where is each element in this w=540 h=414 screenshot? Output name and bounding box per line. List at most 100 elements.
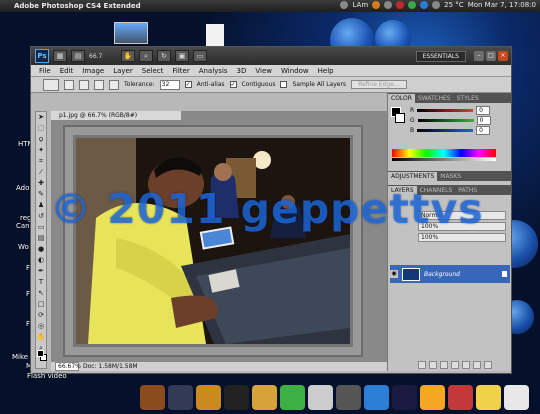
document-tab[interactable]: p1.jpg @ 66.7% (RGB/8#) — [51, 111, 181, 121]
status-doc-info[interactable]: Doc: 1.58M/1.58M — [83, 363, 138, 370]
clock[interactable]: Mon Mar 7, 17:08:0 — [468, 1, 536, 9]
desktop-label[interactable]: Can — [16, 222, 30, 230]
desktop-icon-document[interactable] — [206, 24, 224, 46]
menu-edit[interactable]: Edit — [60, 67, 74, 75]
fill-input[interactable]: 100% — [418, 233, 506, 242]
tab-styles[interactable]: STYLES — [454, 94, 482, 103]
new-layer-icon[interactable] — [473, 361, 481, 369]
menu-window[interactable]: Window — [281, 67, 309, 75]
tab-masks[interactable]: MASKS — [437, 172, 464, 181]
dock-app-icon[interactable] — [476, 385, 501, 410]
dock-app-icon[interactable] — [308, 385, 333, 410]
healing-brush-tool-icon[interactable]: ✚ — [36, 179, 46, 188]
blur-tool-icon[interactable]: ● — [36, 245, 46, 254]
gray-ramp[interactable] — [392, 158, 496, 161]
intersect-selection-icon[interactable] — [109, 79, 119, 90]
arrange-documents-button[interactable]: ▣ — [175, 50, 189, 62]
close-button[interactable]: × — [498, 51, 508, 61]
gradient-tool-icon[interactable]: ▤ — [36, 234, 46, 243]
clone-stamp-tool-icon[interactable]: ♟ — [36, 201, 46, 210]
battery-icon[interactable] — [432, 1, 441, 9]
add-selection-icon[interactable] — [79, 79, 89, 90]
menu-analysis[interactable]: Analysis — [199, 67, 228, 75]
layer-style-icon[interactable] — [429, 361, 437, 369]
bridge-button[interactable]: ▦ — [53, 50, 67, 62]
sample-all-checkbox[interactable] — [280, 81, 288, 88]
workspace-switcher[interactable]: ESSENTIALS — [415, 50, 466, 62]
minimize-button[interactable]: – — [474, 51, 484, 61]
update-icon[interactable] — [396, 1, 405, 9]
channel-input[interactable]: 0 — [476, 125, 491, 135]
dock-app-icon[interactable] — [252, 385, 277, 410]
tolerance-input[interactable]: 32 — [159, 79, 180, 90]
dock-app-icon[interactable] — [196, 385, 221, 410]
desktop-label[interactable]: Wo — [18, 243, 29, 251]
3d-rotate-tool-icon[interactable]: ⟳ — [36, 311, 46, 320]
channel-slider[interactable] — [417, 118, 474, 122]
network-icon[interactable] — [384, 1, 393, 9]
menu-layer[interactable]: Layer — [113, 67, 133, 75]
hand-tool-icon[interactable]: ✋ — [36, 333, 46, 342]
weather-temp[interactable]: 25 °C — [444, 1, 464, 9]
link-layers-icon[interactable] — [418, 361, 426, 369]
add-mask-icon[interactable] — [440, 361, 448, 369]
channel-slider[interactable] — [417, 128, 474, 132]
screen-mode-button[interactable]: ▭ — [193, 50, 207, 62]
tool-preset-picker[interactable] — [43, 78, 59, 91]
brush-tool-icon[interactable]: ✎ — [36, 190, 46, 199]
dock-app-icon[interactable] — [392, 385, 417, 410]
dock-app-icon[interactable] — [140, 385, 165, 410]
dock-app-icon[interactable] — [504, 385, 529, 410]
dock-app-icon[interactable] — [168, 385, 193, 410]
antialias-checkbox[interactable]: ✓ — [184, 81, 192, 88]
dock-app-icon[interactable] — [420, 385, 445, 410]
tab-adjustments[interactable]: ADJUSTMENTS — [388, 172, 438, 181]
crop-tool-icon[interactable]: ⌗ — [36, 157, 46, 166]
subtract-selection-icon[interactable] — [94, 79, 104, 90]
dock-app-icon[interactable] — [280, 385, 305, 410]
pen-tool-icon[interactable]: ✒ — [36, 267, 46, 276]
channel-input[interactable]: 0 — [476, 115, 491, 125]
hand-tool-button[interactable]: ✋ — [121, 50, 135, 62]
new-group-icon[interactable] — [462, 361, 470, 369]
menu-help[interactable]: Help — [318, 67, 334, 75]
refine-edge-button[interactable]: Refine Edge... — [351, 80, 407, 89]
channel-input[interactable]: 0 — [476, 105, 491, 115]
status-zoom-input[interactable]: 66.67% — [55, 362, 81, 371]
dock-app-icon[interactable] — [448, 385, 473, 410]
eraser-tool-icon[interactable]: ▭ — [36, 223, 46, 232]
eyedropper-tool-icon[interactable]: ⁄ — [36, 168, 46, 177]
delete-layer-icon[interactable] — [484, 361, 492, 369]
skype-icon[interactable] — [408, 1, 417, 9]
menu-filter[interactable]: Filter — [172, 67, 189, 75]
shape-tool-icon[interactable]: □ — [36, 300, 46, 309]
dock-app-icon[interactable] — [364, 385, 389, 410]
adjustment-layer-icon[interactable] — [451, 361, 459, 369]
channel-slider[interactable] — [417, 108, 474, 112]
menu-view[interactable]: View — [255, 67, 272, 75]
3d-orbit-tool-icon[interactable]: ◎ — [36, 322, 46, 331]
marquee-tool-icon[interactable]: ⬚ — [36, 124, 46, 133]
menu-file[interactable]: File — [39, 67, 51, 75]
layer-background[interactable]: ◉ Background — [390, 265, 510, 283]
color-bg-swatch[interactable] — [395, 113, 405, 123]
volume-icon[interactable] — [420, 1, 429, 9]
contiguous-checkbox[interactable]: ✓ — [229, 81, 237, 88]
rotate-view-button[interactable]: ↻ — [157, 50, 171, 62]
foreground-color-swatch[interactable] — [37, 350, 44, 357]
desktop-label[interactable]: Mike — [12, 353, 28, 361]
menu-image[interactable]: Image — [82, 67, 104, 75]
network-label[interactable]: LAm — [352, 1, 368, 9]
lasso-tool-icon[interactable]: ϙ — [36, 135, 46, 144]
menu-3d[interactable]: 3D — [237, 67, 247, 75]
desktop-icon-image[interactable] — [114, 22, 148, 44]
history-brush-tool-icon[interactable]: ↺ — [36, 212, 46, 221]
menu-select[interactable]: Select — [142, 67, 164, 75]
type-tool-icon[interactable]: T — [36, 278, 46, 287]
tab-color[interactable]: COLOR — [388, 94, 415, 103]
path-selection-tool-icon[interactable]: ↖ — [36, 289, 46, 298]
dock-app-icon[interactable] — [336, 385, 361, 410]
view-extras-button[interactable]: ▤ — [71, 50, 85, 62]
visibility-eye-icon[interactable]: ◉ — [390, 270, 398, 278]
photo-canvas[interactable] — [73, 135, 353, 347]
